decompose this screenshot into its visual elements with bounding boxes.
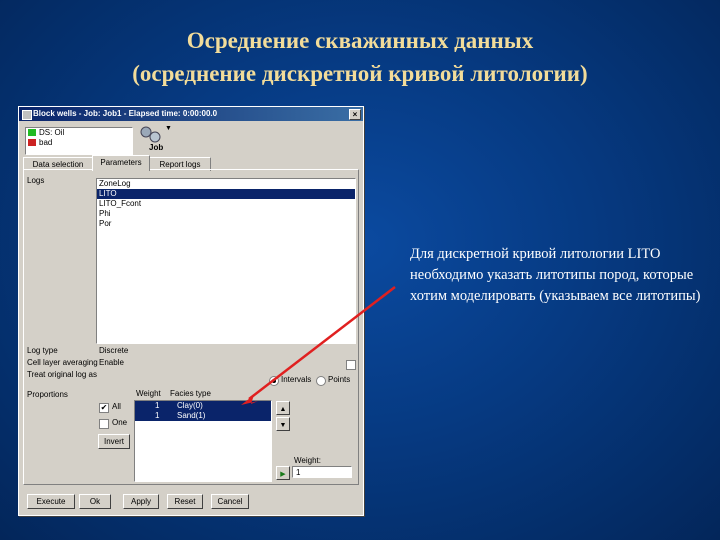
tab-parameters[interactable]: Parameters — [92, 155, 150, 171]
arrow-head-icon — [241, 395, 258, 405]
red-arrow — [241, 286, 396, 405]
arrow-line — [248, 286, 396, 400]
